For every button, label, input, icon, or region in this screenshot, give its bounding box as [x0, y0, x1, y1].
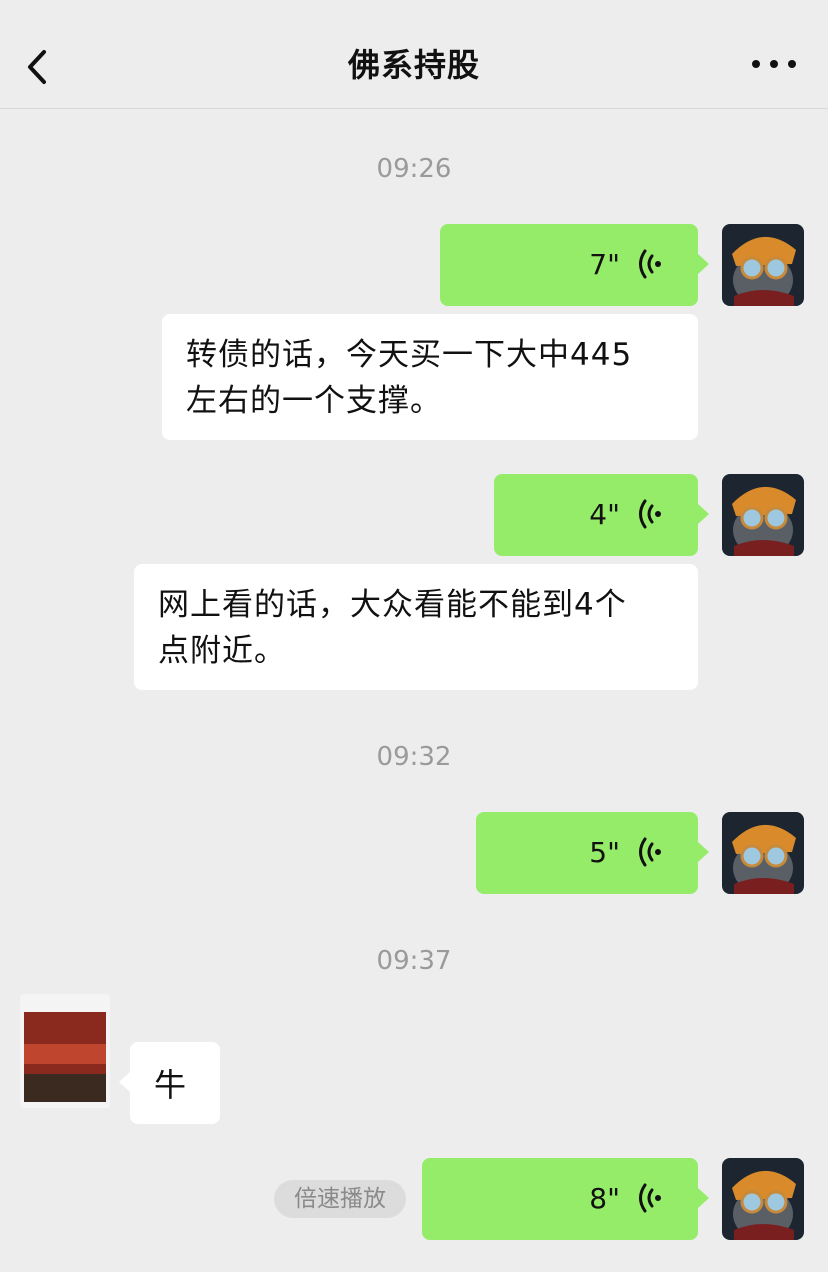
voice-duration: 5": [589, 836, 620, 869]
voice-message-bubble[interactable]: 5": [476, 812, 709, 894]
voice-transcript-bubble[interactable]: 网上看的话，大众看能不能到4个 点附近。: [134, 564, 698, 690]
voice-message-bubble[interactable]: 8": [422, 1158, 709, 1240]
timestamp: 09:26: [376, 154, 452, 184]
my-avatar[interactable]: [722, 812, 804, 894]
timestamp: 09:32: [376, 742, 452, 772]
voice-duration: 8": [589, 1182, 620, 1215]
pixelated-avatar-icon: [20, 994, 110, 1108]
voice-transcript-bubble[interactable]: 转债的话，今天买一下大中445 左右的一个支撑。: [162, 314, 698, 440]
voice-wave-icon: [639, 837, 661, 867]
cat-avatar-icon: [722, 1158, 804, 1240]
cat-avatar-icon: [722, 224, 804, 306]
timestamp: 09:37: [376, 946, 452, 976]
voice-duration: 4": [589, 498, 620, 531]
cat-avatar-icon: [722, 812, 804, 894]
more-button[interactable]: [744, 42, 804, 86]
voice-wave-icon: [639, 249, 661, 279]
voice-duration: 7": [589, 248, 620, 281]
voice-message-bubble[interactable]: 7": [440, 224, 709, 306]
voice-wave-icon: [639, 1183, 661, 1213]
voice-wave-icon: [639, 499, 661, 529]
message-text: 牛: [154, 1066, 187, 1104]
my-avatar[interactable]: [722, 1158, 804, 1240]
transcript-line: 点附近。: [158, 633, 286, 669]
chat-title: 佛系持股: [347, 46, 480, 84]
transcript-line: 转债的话，今天买一下大中445: [186, 337, 633, 373]
playback-speed-button[interactable]: 倍速播放: [274, 1180, 406, 1218]
text-message-bubble[interactable]: 牛: [119, 1042, 220, 1124]
transcript-line: 左右的一个支撑。: [186, 383, 442, 419]
my-avatar[interactable]: [722, 474, 804, 556]
transcript-line: 网上看的话，大众看能不能到4个: [158, 587, 627, 623]
chat-header: 佛系持股: [0, 0, 828, 109]
my-avatar[interactable]: [722, 224, 804, 306]
cat-avatar-icon: [722, 474, 804, 556]
other-user-avatar[interactable]: [20, 994, 110, 1108]
voice-message-bubble[interactable]: 4": [494, 474, 709, 556]
